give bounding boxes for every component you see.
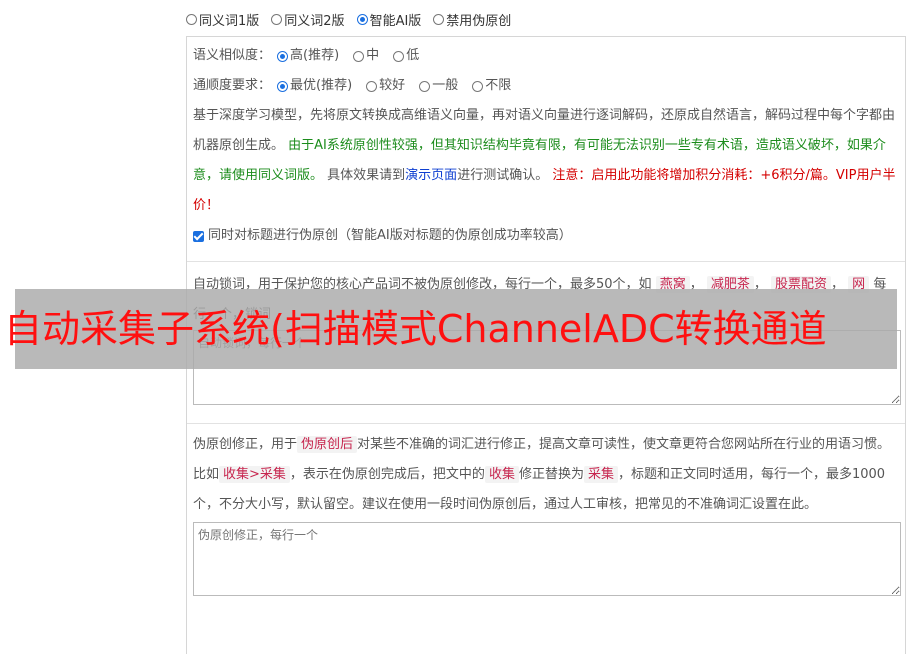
- mode-label: 同义词2版: [284, 14, 345, 29]
- option-label: 最优(推荐): [290, 78, 353, 93]
- radio-icon[interactable]: [186, 14, 197, 25]
- mode-ai[interactable]: 智能AI版: [356, 10, 422, 29]
- desc-test-post: 进行测试确认。: [457, 168, 549, 183]
- correction-tag: 收集>采集: [219, 466, 290, 483]
- fluency-best[interactable]: 最优(推荐): [277, 71, 352, 101]
- demo-page-link[interactable]: 演示页面: [405, 168, 457, 183]
- fluency-normal[interactable]: 一般: [419, 71, 458, 101]
- radio-icon[interactable]: [271, 14, 283, 25]
- radio-icon[interactable]: [433, 14, 445, 25]
- correction-tag: 收集: [484, 466, 519, 483]
- overlay-title: 自动采集子系统(扫描模式ChannelADC转换通道: [4, 307, 827, 351]
- title-checkbox-label: 同时对标题进行伪原创（智能AI版对标题的伪原创成功率较高）: [208, 228, 572, 243]
- desc-test-pre: 具体效果请到: [327, 168, 406, 183]
- radio-selected-icon[interactable]: [277, 50, 289, 62]
- radio-selected-icon[interactable]: [356, 14, 368, 25]
- fluency-row: 通顺度要求： 最优(推荐) 较好 一般 不限: [193, 71, 899, 101]
- mode-label: 禁用伪原创: [446, 14, 512, 29]
- similarity-high[interactable]: 高(推荐): [277, 41, 339, 71]
- ai-description: 基于深度学习模型，先将原文转换成高维语义向量，再对语义向量进行逐词解码，还原成自…: [193, 101, 899, 221]
- radio-selected-icon[interactable]: [277, 80, 289, 92]
- correction-desc: 伪原创修正，用于 伪原创后 对某些不准确的词汇进行修正，提高文章可读性，使文章更符合…: [193, 430, 899, 520]
- correction-text: 修正替换为: [518, 467, 584, 482]
- radio-icon[interactable]: [353, 50, 365, 62]
- radio-icon[interactable]: [393, 50, 405, 62]
- mode-synonym-2[interactable]: 同义词2版: [271, 10, 345, 29]
- mode-label: 智能AI版: [369, 14, 422, 29]
- divider: [187, 423, 905, 424]
- mode-disabled[interactable]: 禁用伪原创: [433, 10, 511, 29]
- mode-label: 同义词1版: [199, 14, 260, 29]
- fluency-any[interactable]: 不限: [472, 71, 511, 101]
- similarity-label: 语义相似度：: [193, 48, 272, 63]
- radio-icon[interactable]: [366, 80, 378, 92]
- mode-synonym-1[interactable]: 同义词1版: [186, 10, 259, 29]
- option-label: 中: [366, 48, 380, 63]
- fluency-good[interactable]: 较好: [366, 71, 405, 101]
- correction-tag: 采集: [583, 466, 618, 483]
- option-label: 不限: [485, 78, 512, 93]
- title-checkbox-row[interactable]: 同时对标题进行伪原创（智能AI版对标题的伪原创成功率较高）: [193, 221, 899, 251]
- correction-input[interactable]: [193, 522, 901, 596]
- option-label: 高(推荐): [290, 48, 340, 63]
- option-label: 较好: [379, 78, 406, 93]
- option-label: 低: [406, 48, 420, 63]
- correction-text: 伪原创修正，用于: [193, 437, 298, 452]
- similarity-low[interactable]: 低: [393, 41, 419, 71]
- checkbox-checked-icon[interactable]: [193, 230, 204, 242]
- correction-text: ，表示在伪原创完成后，把文中的: [289, 467, 485, 482]
- similarity-mid[interactable]: 中: [353, 41, 379, 71]
- divider: [187, 261, 905, 262]
- mode-radio-group: 同义词1版 同义词2版 智能AI版 禁用伪原创: [186, 10, 511, 29]
- correction-tag: 伪原创后: [297, 436, 358, 453]
- similarity-row: 语义相似度： 高(推荐) 中 低: [193, 41, 899, 71]
- fluency-label: 通顺度要求：: [193, 78, 272, 93]
- option-label: 一般: [432, 78, 459, 93]
- radio-icon[interactable]: [472, 80, 484, 92]
- radio-icon[interactable]: [419, 80, 431, 92]
